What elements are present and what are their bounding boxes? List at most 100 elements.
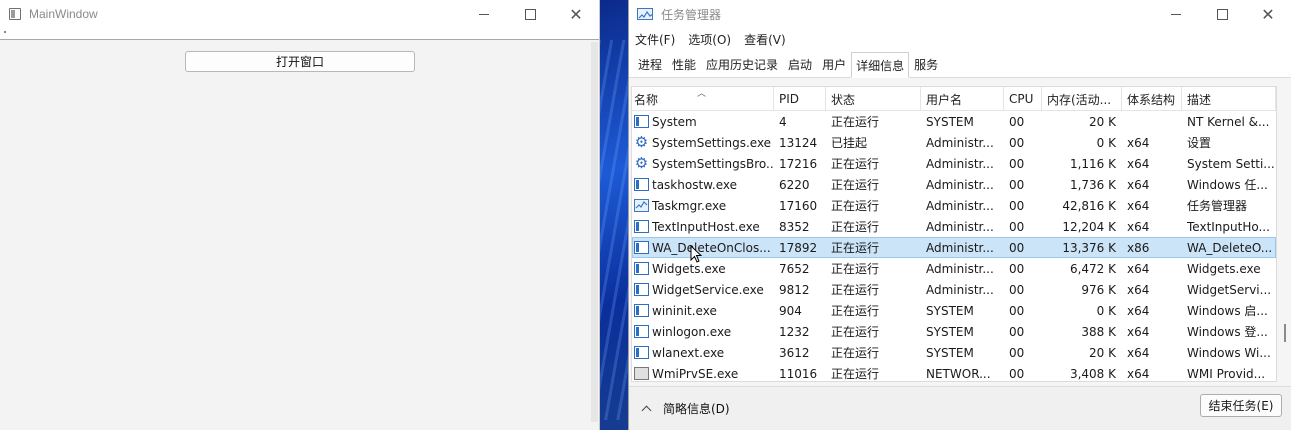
table-row[interactable]: taskhostw.exe 6220 正在运行 Administr... 00 1,736… <box>632 174 1276 195</box>
chevron-up-icon[interactable] <box>641 404 651 414</box>
process-name-cell: ⚙ SystemSettings.exe <box>632 132 774 153</box>
process-name: wlanext.exe <box>652 345 725 360</box>
process-username: SYSTEM <box>926 345 974 360</box>
app-window-icon <box>9 8 21 20</box>
tab-startup[interactable]: 启动 <box>783 51 817 77</box>
main-window-titlebar[interactable]: MainWindow ✕ <box>0 0 599 28</box>
process-architecture: x64 <box>1127 135 1150 150</box>
maximize-button[interactable] <box>507 0 553 28</box>
table-row[interactable]: wininit.exe 904 正在运行 SYSTEM 00 0 K x64 Windows … <box>632 300 1276 321</box>
process-status: 正在运行 <box>831 115 880 129</box>
process-cpu: 00 <box>1009 198 1025 213</box>
table-scrollbar[interactable] <box>1278 86 1290 382</box>
process-description: Widgets.exe <box>1187 261 1261 276</box>
tm-close-button[interactable]: ✕ <box>1245 0 1291 28</box>
window-icon <box>634 262 649 275</box>
process-memory: 1,736 K <box>1069 177 1116 192</box>
process-pid: 1232 <box>779 324 810 339</box>
tab-services[interactable]: 服务 <box>909 51 943 77</box>
tab-performance[interactable]: 性能 <box>667 51 701 77</box>
process-memory: 20 K <box>1089 114 1116 129</box>
window-icon <box>634 241 649 254</box>
menu-file[interactable]: 文件(F) <box>635 31 675 48</box>
window-icon <box>634 283 649 296</box>
process-name: SystemSettings.exe <box>652 135 772 150</box>
task-manager-window: 任务管理器 ✕ 文件(F) 选项(O) 查看(V) 进程 性能 应用历史记录 启… <box>628 0 1291 430</box>
process-description: TextInputHo... <box>1187 219 1270 234</box>
column-header-status[interactable]: 状态 <box>826 87 921 111</box>
window-icon <box>634 220 649 233</box>
column-header-pid[interactable]: PID <box>774 87 826 111</box>
process-status: 正在运行 <box>831 262 880 276</box>
task-manager-icon <box>637 8 653 20</box>
process-cpu: 00 <box>1009 366 1025 381</box>
process-memory: 3,408 K <box>1069 366 1116 381</box>
window-icon <box>634 178 649 191</box>
column-header-architecture[interactable]: 体系结构 <box>1122 87 1182 111</box>
process-description: Windows 启... <box>1187 304 1268 318</box>
process-pid: 9812 <box>779 282 810 297</box>
process-username: Administr... <box>926 135 994 150</box>
table-row[interactable]: ⚙ SystemSettings.exe 13124 已挂起 Administr... 0… <box>632 132 1276 153</box>
process-description: 设置 <box>1187 136 1212 150</box>
table-row[interactable]: System 4 正在运行 SYSTEM 00 20 K NT Kernel &... <box>632 111 1276 132</box>
process-memory: 13,376 K <box>1062 240 1116 255</box>
process-pid: 8352 <box>779 219 810 234</box>
process-name: System <box>652 114 697 129</box>
tm-minimize-button[interactable] <box>1153 0 1199 28</box>
column-header-username[interactable]: 用户名 <box>921 87 1004 111</box>
fewer-details-link[interactable]: 简略信息(D) <box>663 400 730 417</box>
main-window-title: MainWindow <box>29 7 98 21</box>
process-username: Administr... <box>926 198 994 213</box>
column-header-memory[interactable]: 内存(活动... <box>1042 87 1122 111</box>
column-header-cpu[interactable]: CPU <box>1004 87 1042 111</box>
process-cpu: 00 <box>1009 303 1025 318</box>
process-name-cell: wlanext.exe <box>632 342 774 363</box>
minimize-button[interactable] <box>461 0 507 28</box>
process-pid: 11016 <box>779 366 818 381</box>
process-architecture <box>1122 111 1182 132</box>
table-row[interactable]: ⚙ SystemSettingsBro... 17216 正在运行 Administr.… <box>632 153 1276 174</box>
process-status: 正在运行 <box>831 178 880 192</box>
tm-maximize-button[interactable] <box>1199 0 1245 28</box>
process-status: 已挂起 <box>831 136 868 150</box>
scrollbar-thumb[interactable] <box>1284 324 1286 342</box>
close-button[interactable]: ✕ <box>553 0 599 28</box>
process-architecture: x64 <box>1127 366 1150 381</box>
menu-options[interactable]: 选项(O) <box>688 31 731 48</box>
process-memory: 42,816 K <box>1062 198 1116 213</box>
column-header-description[interactable]: 描述 <box>1182 87 1276 111</box>
table-row[interactable]: WA_DeleteOnClos... 17892 正在运行 Administr... 0… <box>632 237 1276 258</box>
task-manager-titlebar[interactable]: 任务管理器 ✕ <box>629 0 1291 28</box>
process-architecture: x64 <box>1127 303 1150 318</box>
process-memory: 0 K <box>1096 303 1116 318</box>
gear-icon: ⚙ <box>634 133 649 151</box>
tab-users[interactable]: 用户 <box>817 51 851 77</box>
tab-details[interactable]: 详细信息 <box>851 52 910 78</box>
table-row[interactable]: WidgetService.exe 9812 正在运行 Administr... 00 9… <box>632 279 1276 300</box>
table-row[interactable]: Widgets.exe 7652 正在运行 Administr... 00 6,472 K… <box>632 258 1276 279</box>
table-row[interactable]: WmiPrvSE.exe 11016 正在运行 NETWOR... 00 3,408 K x… <box>632 363 1276 381</box>
process-name-cell: System <box>632 111 774 132</box>
table-row[interactable]: Taskmgr.exe 17160 正在运行 Administr... 00 42,816… <box>632 195 1276 216</box>
process-cpu: 00 <box>1009 240 1025 255</box>
task-manager-menubar: 文件(F) 选项(O) 查看(V) <box>629 28 1291 50</box>
tab-processes[interactable]: 进程 <box>633 51 667 77</box>
table-row[interactable]: winlogon.exe 1232 正在运行 SYSTEM 00 388 K x64 Wind… <box>632 321 1276 342</box>
process-status: 正在运行 <box>831 241 880 255</box>
process-cpu: 00 <box>1009 114 1025 129</box>
menu-view[interactable]: 查看(V) <box>744 31 786 48</box>
process-description: Windows 任... <box>1187 178 1268 192</box>
table-row[interactable]: wlanext.exe 3612 正在运行 SYSTEM 00 20 K x64 Window… <box>632 342 1276 363</box>
process-pid: 904 <box>779 303 802 318</box>
desktop-wallpaper <box>598 0 630 430</box>
process-memory: 20 K <box>1089 345 1116 360</box>
process-pid: 3612 <box>779 345 810 360</box>
end-task-button[interactable]: 结束任务(E) <box>1200 394 1282 417</box>
open-window-button[interactable]: 打开窗口 <box>185 51 415 72</box>
tab-app-history[interactable]: 应用历史记录 <box>701 51 783 77</box>
process-cpu: 00 <box>1009 219 1025 234</box>
table-row[interactable]: TextInputHost.exe 8352 正在运行 Administr... 00 1… <box>632 216 1276 237</box>
main-window-scrollbar[interactable] <box>591 42 598 422</box>
process-architecture: x64 <box>1127 198 1150 213</box>
